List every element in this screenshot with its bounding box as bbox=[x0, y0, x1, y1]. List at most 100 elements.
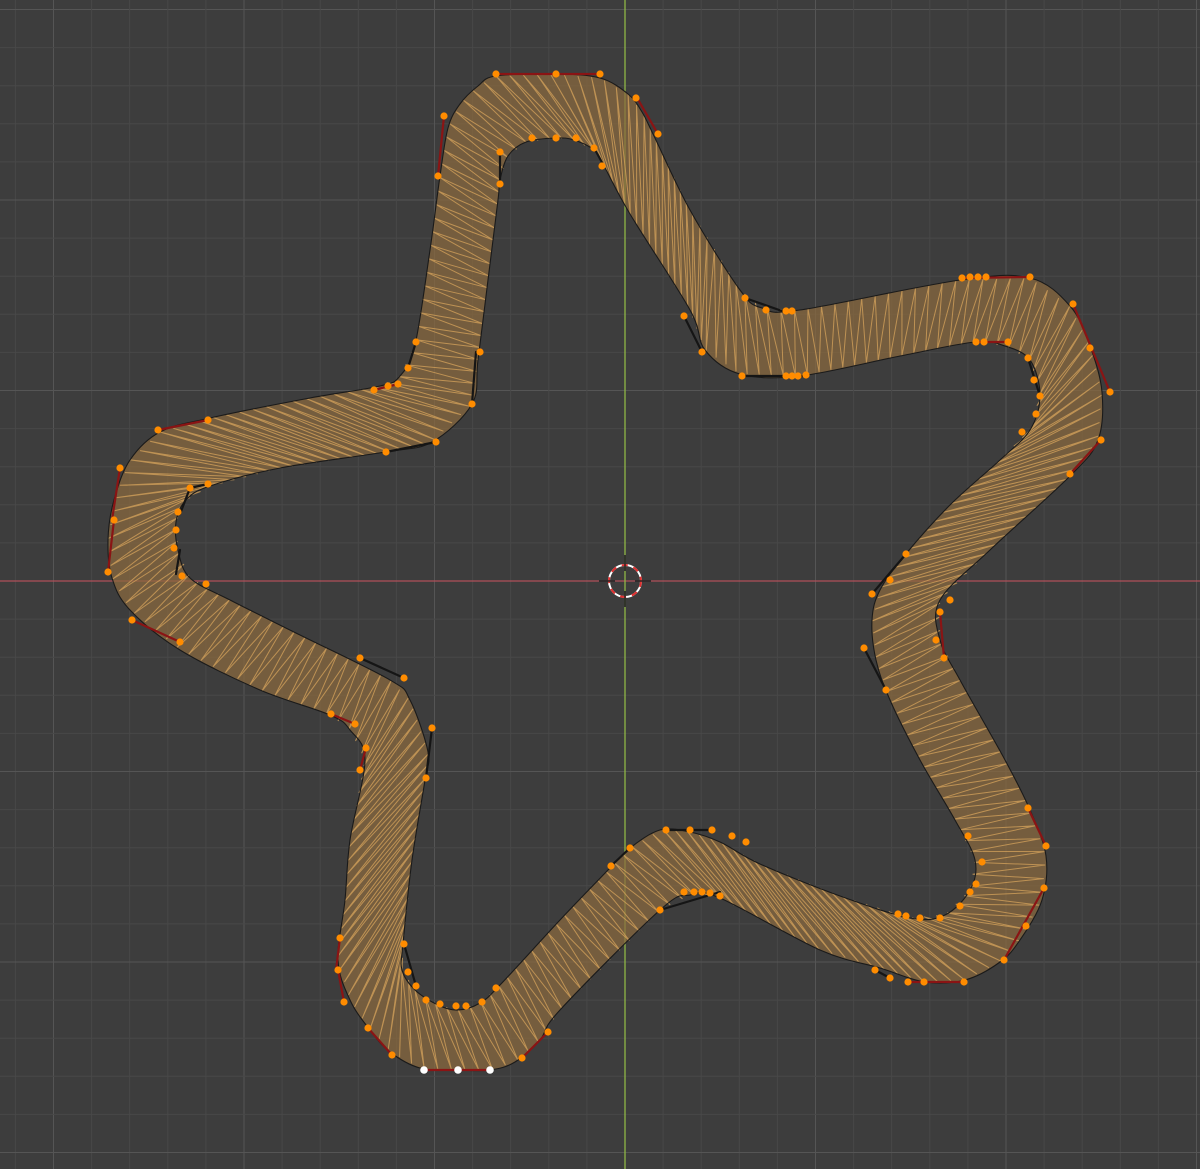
control-point[interactable] bbox=[904, 978, 912, 986]
control-point[interactable] bbox=[110, 516, 118, 524]
control-point[interactable] bbox=[762, 306, 770, 314]
control-point[interactable] bbox=[412, 338, 420, 346]
control-point[interactable] bbox=[894, 910, 902, 918]
control-point[interactable] bbox=[422, 774, 430, 782]
control-point[interactable] bbox=[1026, 273, 1034, 281]
control-point[interactable] bbox=[936, 608, 944, 616]
control-point[interactable] bbox=[528, 134, 536, 142]
control-point[interactable] bbox=[680, 888, 688, 896]
control-point[interactable] bbox=[104, 568, 112, 576]
control-point[interactable] bbox=[116, 464, 124, 472]
control-point[interactable] bbox=[384, 382, 392, 390]
control-point[interactable] bbox=[788, 307, 796, 315]
control-point[interactable] bbox=[920, 978, 928, 986]
control-point[interactable] bbox=[422, 996, 430, 1004]
active-control-point[interactable] bbox=[486, 1066, 494, 1074]
control-point[interactable] bbox=[607, 862, 615, 870]
control-point[interactable] bbox=[946, 596, 954, 604]
control-point[interactable] bbox=[1018, 428, 1026, 436]
control-point[interactable] bbox=[886, 576, 894, 584]
control-point[interactable] bbox=[202, 580, 210, 588]
control-point[interactable] bbox=[178, 572, 186, 580]
control-point[interactable] bbox=[698, 348, 706, 356]
control-point[interactable] bbox=[204, 416, 212, 424]
control-point[interactable] bbox=[1066, 470, 1074, 478]
control-point[interactable] bbox=[496, 180, 504, 188]
control-point[interactable] bbox=[886, 974, 894, 982]
control-point[interactable] bbox=[544, 1028, 552, 1036]
control-point[interactable] bbox=[802, 371, 810, 379]
control-point[interactable] bbox=[334, 966, 342, 974]
control-point[interactable] bbox=[966, 888, 974, 896]
control-point[interactable] bbox=[662, 826, 670, 834]
control-point[interactable] bbox=[1022, 922, 1030, 930]
curve-ribbon-mesh[interactable] bbox=[107, 73, 1104, 1072]
control-point[interactable] bbox=[916, 914, 924, 922]
control-point[interactable] bbox=[362, 744, 370, 752]
control-point[interactable] bbox=[400, 940, 408, 948]
control-point[interactable] bbox=[656, 906, 664, 914]
active-control-point[interactable] bbox=[454, 1066, 462, 1074]
control-point[interactable] bbox=[336, 934, 344, 942]
active-control-point[interactable] bbox=[420, 1066, 428, 1074]
control-point[interactable] bbox=[552, 134, 560, 142]
control-point[interactable] bbox=[552, 70, 560, 78]
control-point[interactable] bbox=[1032, 410, 1040, 418]
control-point[interactable] bbox=[394, 380, 402, 388]
control-point[interactable] bbox=[572, 134, 580, 142]
control-point[interactable] bbox=[452, 1002, 460, 1010]
control-point[interactable] bbox=[978, 858, 986, 866]
control-point[interactable] bbox=[728, 832, 736, 840]
control-point[interactable] bbox=[1030, 376, 1038, 384]
control-point[interactable] bbox=[204, 480, 212, 488]
control-point[interactable] bbox=[492, 984, 500, 992]
control-point[interactable] bbox=[964, 832, 972, 840]
control-point[interactable] bbox=[680, 312, 688, 320]
control-point[interactable] bbox=[686, 826, 694, 834]
control-point[interactable] bbox=[936, 914, 944, 922]
control-point[interactable] bbox=[496, 148, 504, 156]
control-point[interactable] bbox=[382, 448, 390, 456]
control-point[interactable] bbox=[1036, 392, 1044, 400]
control-point[interactable] bbox=[706, 889, 714, 897]
viewport-canvas[interactable] bbox=[0, 0, 1200, 1169]
control-point[interactable] bbox=[370, 386, 378, 394]
control-point[interactable] bbox=[172, 526, 180, 534]
control-point[interactable] bbox=[982, 273, 990, 281]
control-point[interactable] bbox=[1040, 884, 1048, 892]
control-point[interactable] bbox=[154, 426, 162, 434]
control-point[interactable] bbox=[518, 1054, 526, 1062]
control-point[interactable] bbox=[478, 998, 486, 1006]
control-point[interactable] bbox=[590, 144, 598, 152]
control-point[interactable] bbox=[440, 112, 448, 120]
control-point[interactable] bbox=[476, 348, 484, 356]
control-point[interactable] bbox=[1000, 956, 1008, 964]
control-point[interactable] bbox=[364, 1024, 372, 1032]
control-point[interactable] bbox=[1042, 842, 1050, 850]
control-point[interactable] bbox=[340, 998, 348, 1006]
control-point[interactable] bbox=[716, 892, 724, 900]
control-point[interactable] bbox=[412, 982, 420, 990]
control-point[interactable] bbox=[871, 966, 879, 974]
control-point[interactable] bbox=[468, 400, 476, 408]
control-point[interactable] bbox=[174, 508, 182, 516]
control-point[interactable] bbox=[1106, 388, 1114, 396]
control-point[interactable] bbox=[351, 720, 359, 728]
control-point[interactable] bbox=[1097, 436, 1105, 444]
control-point[interactable] bbox=[742, 838, 750, 846]
control-point[interactable] bbox=[356, 766, 364, 774]
control-point[interactable] bbox=[741, 294, 749, 302]
control-point[interactable] bbox=[860, 644, 868, 652]
control-point[interactable] bbox=[940, 654, 948, 662]
control-point[interactable] bbox=[1004, 338, 1012, 346]
control-point[interactable] bbox=[902, 912, 910, 920]
control-point[interactable] bbox=[404, 364, 412, 372]
control-point[interactable] bbox=[186, 484, 194, 492]
control-point[interactable] bbox=[1086, 344, 1094, 352]
control-point[interactable] bbox=[400, 674, 408, 682]
control-point[interactable] bbox=[980, 338, 988, 346]
control-point[interactable] bbox=[868, 590, 876, 598]
control-point[interactable] bbox=[708, 826, 716, 834]
control-point[interactable] bbox=[492, 70, 500, 78]
control-point[interactable] bbox=[432, 438, 440, 446]
